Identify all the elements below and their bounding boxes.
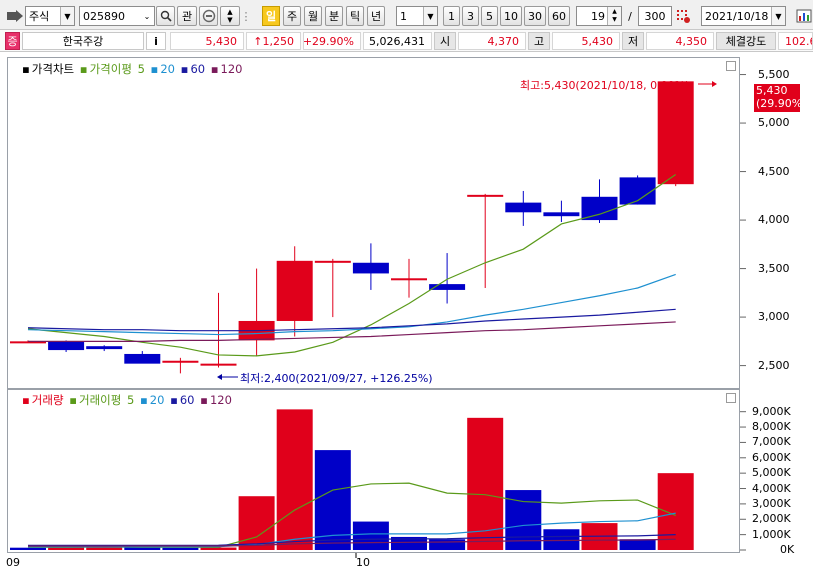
price-axis-label: 5,500 xyxy=(758,67,790,81)
volume-axis-label: 3,000K xyxy=(752,496,791,510)
candle-body xyxy=(467,194,504,197)
candle-body xyxy=(276,260,313,321)
low-annotation: 최저:2,400(2021/09/27, +126.25%) xyxy=(240,372,433,385)
volume-bar xyxy=(429,539,466,550)
volume-bar xyxy=(352,521,389,550)
volume-bar xyxy=(467,417,504,550)
price-axis-label: 5,000 xyxy=(758,116,790,130)
volume-bar xyxy=(619,539,656,550)
price-ma-line-20 xyxy=(27,273,676,336)
x-axis-label-09: 09 xyxy=(6,556,20,569)
high-annotation-arrowhead xyxy=(712,81,717,87)
volume-bar xyxy=(543,529,580,550)
volume-axis-label: 2,000K xyxy=(752,512,791,526)
candle-body xyxy=(543,212,580,217)
volume-bar xyxy=(200,547,237,550)
candle-body xyxy=(162,360,199,363)
candle-body xyxy=(505,202,542,213)
candle-body xyxy=(352,262,389,274)
volume-axis-label: 5,000K xyxy=(752,466,791,480)
price-axis-label: 4,000 xyxy=(758,213,790,227)
current-price-tag: 5,430 (29.90%) xyxy=(754,84,807,112)
candle-body xyxy=(200,363,237,366)
volume-axis-label: 6,000K xyxy=(752,450,791,464)
volume-axis-label: 0K xyxy=(780,543,795,556)
candle-body xyxy=(86,346,123,350)
candle-body xyxy=(391,278,427,281)
volume-bar xyxy=(238,496,275,550)
candle-body xyxy=(124,353,161,364)
x-axis-label-10: 10 xyxy=(356,556,370,569)
price-axis-label: 2,500 xyxy=(758,358,790,372)
volume-bar xyxy=(10,547,46,550)
price-axis-label: 3,500 xyxy=(758,261,790,275)
price-axis-label: 4,500 xyxy=(758,164,790,178)
candle-body xyxy=(581,196,618,221)
current-price-tag-rate: (29.90%) xyxy=(756,97,807,110)
candle-body xyxy=(657,81,694,185)
volume-axis-label: 1,000K xyxy=(752,527,791,541)
volume-bar xyxy=(162,547,199,550)
candle-body xyxy=(314,260,351,263)
volume-axis-label: 7,000K xyxy=(752,435,791,449)
low-annotation-arrowhead xyxy=(217,374,222,380)
candle-body xyxy=(48,341,85,351)
volume-bar xyxy=(657,473,694,550)
volume-axis-label: 9,000K xyxy=(752,404,791,418)
chart-canvas xyxy=(10,74,746,558)
current-price-tag-value: 5,430 xyxy=(756,84,788,97)
volume-bar xyxy=(276,409,313,550)
high-annotation: 최고:5,430(2021/10/18, 0.00%) xyxy=(520,79,690,92)
volume-axis-label: 8,000K xyxy=(752,420,791,434)
volume-axis-label: 4,000K xyxy=(752,481,791,495)
price-axis-label: 3,000 xyxy=(758,310,790,324)
